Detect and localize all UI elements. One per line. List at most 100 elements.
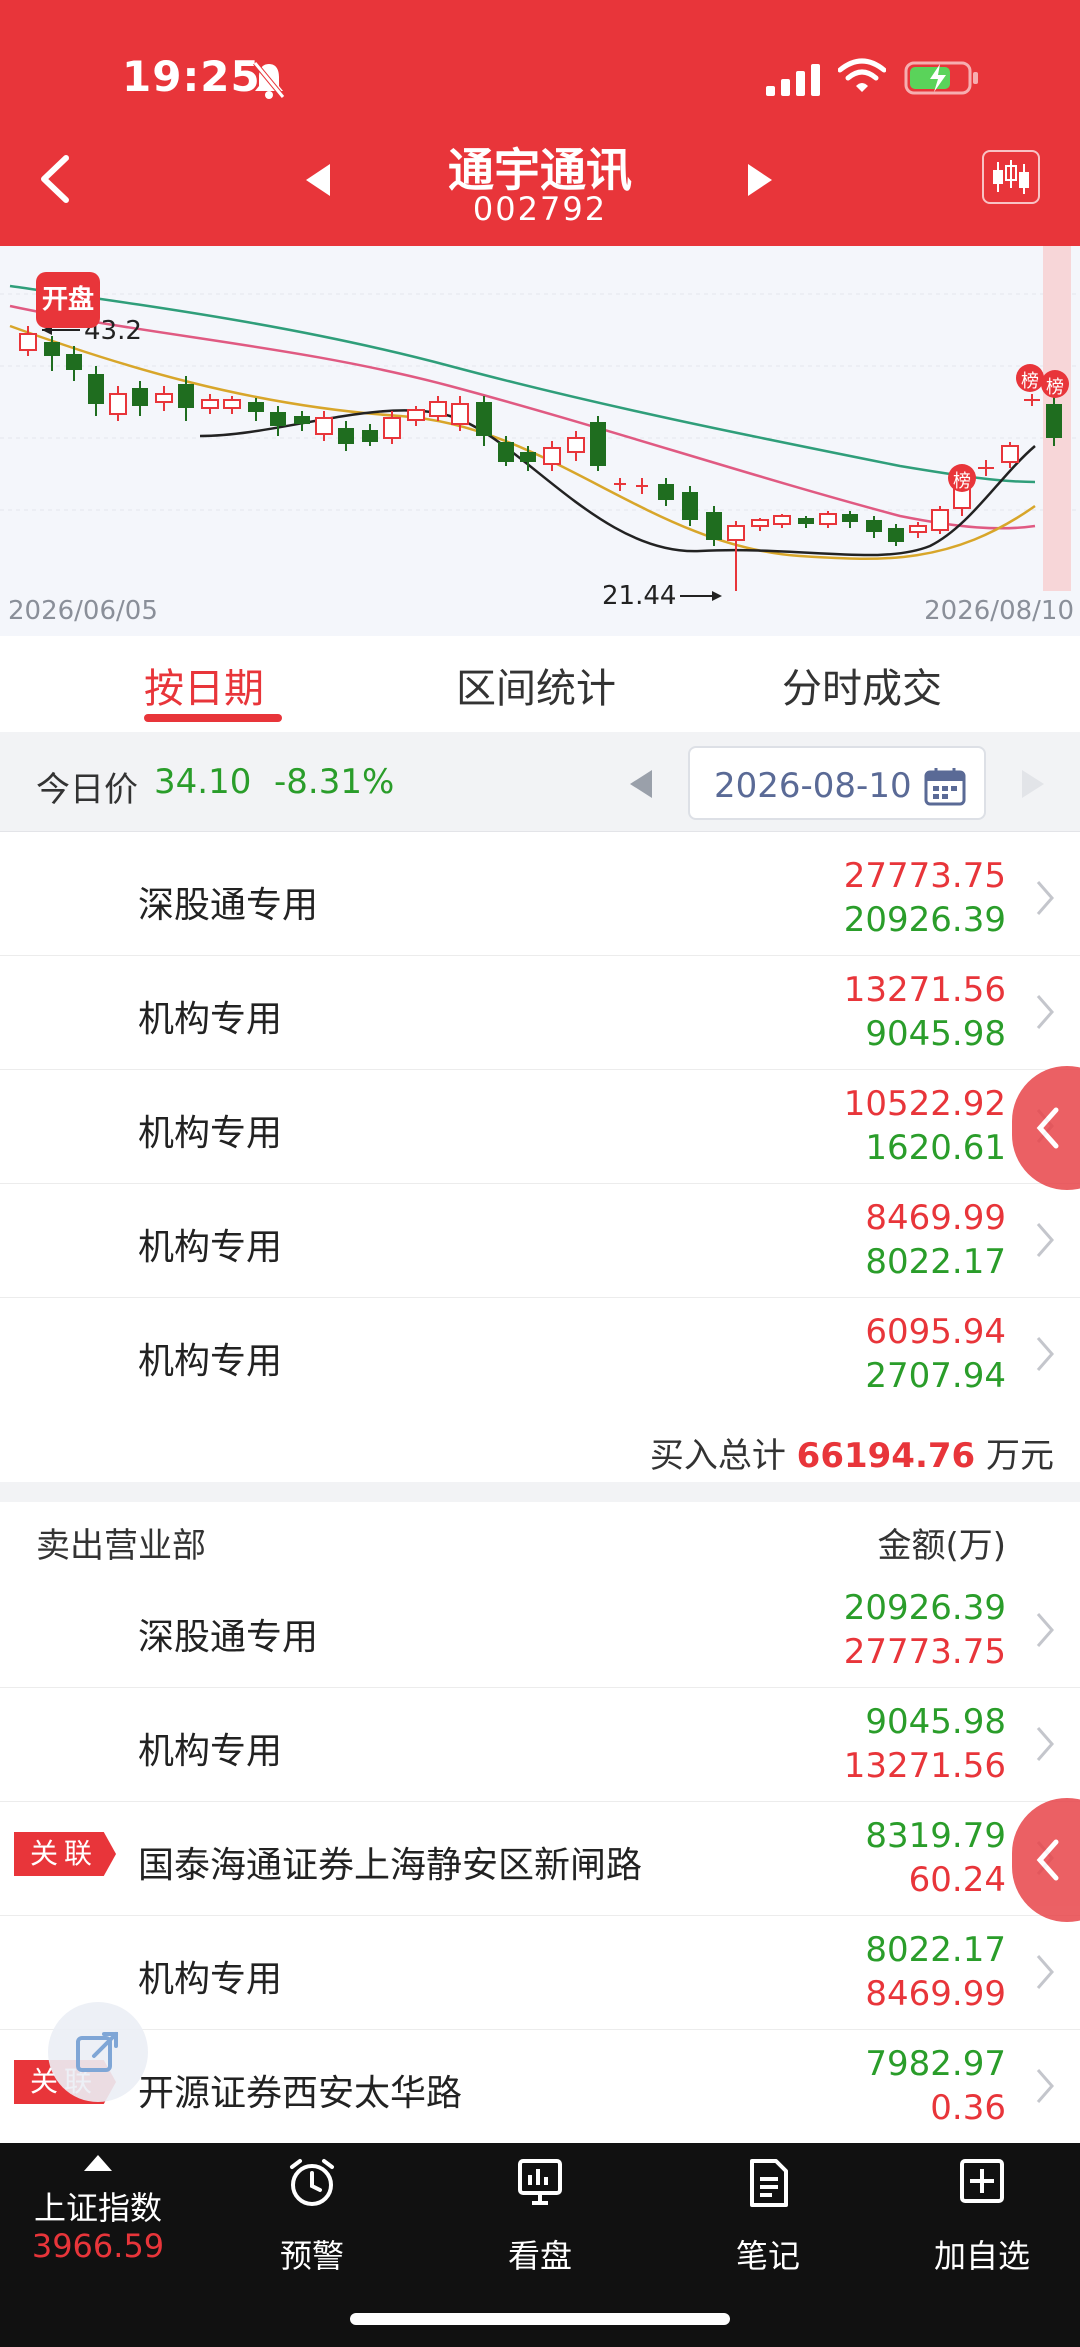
open-badge[interactable]: 开盘: [36, 272, 100, 328]
list-item[interactable]: 机构专用 8022.17 8469.99: [0, 1916, 1080, 2030]
chevron-right-icon: [1036, 995, 1054, 1029]
chevron-right-icon: [1036, 2069, 1054, 2103]
buy-amount: 8469.99: [865, 1198, 1006, 1238]
buy-total-value: 66194.76: [796, 1436, 976, 1476]
broker-name: 机构专用: [138, 1113, 283, 1154]
today-change-pct: -8.31%: [274, 762, 395, 802]
monitor-chart-icon: [518, 2159, 562, 2205]
date-picker[interactable]: 2026-08-10: [688, 746, 986, 820]
candlestick-icon: [993, 160, 1029, 194]
share-icon: [76, 2032, 118, 2072]
chevron-right-icon: [1036, 1955, 1054, 1989]
list-item[interactable]: 深股通专用 20926.39 27773.75: [0, 1574, 1080, 1688]
nav-index[interactable]: 上证指数 3966.59: [0, 2143, 216, 2303]
rank-marker[interactable]: 榜: [1016, 364, 1044, 392]
broker-name: 机构专用: [138, 1731, 283, 1772]
price-bar: 今日价 34.10 -8.31% 2026-08-10: [0, 732, 1080, 832]
tab-intraday-trades[interactable]: 分时成交: [782, 656, 942, 714]
buy-total-unit: 万元: [986, 1436, 1054, 1476]
back-button[interactable]: [34, 152, 78, 206]
broker-name: 国泰海通证券上海静安区新闸路: [138, 1845, 643, 1886]
wifi-icon: [838, 58, 886, 92]
rank-marker[interactable]: 榜: [948, 464, 976, 492]
svg-text:榜: 榜: [1021, 371, 1039, 392]
broker-name: 深股通专用: [138, 885, 319, 926]
svg-text:榜: 榜: [1046, 377, 1064, 398]
calendar-icon: [924, 768, 966, 806]
list-item[interactable]: 机构专用 13271.56 9045.98: [0, 956, 1080, 1070]
related-tag[interactable]: 关联: [14, 1832, 117, 1876]
sell-amount: 20926.39: [843, 900, 1006, 940]
section-divider: [0, 1482, 1080, 1502]
buy-amount: 27773.75: [843, 1632, 1006, 1672]
caret-up-icon: [84, 2155, 112, 2171]
tab-by-date[interactable]: 按日期: [144, 656, 264, 714]
previous-stock-button[interactable]: [300, 160, 336, 200]
bell-muted-icon: [253, 61, 285, 99]
rank-marker[interactable]: 榜: [1041, 370, 1069, 398]
share-button[interactable]: [48, 2002, 148, 2102]
sell-amount: 8319.79: [865, 1816, 1006, 1856]
notes-icon: [750, 2159, 788, 2207]
list-item[interactable]: 机构专用 8469.99 8022.17: [0, 1184, 1080, 1298]
bottom-nav: 上证指数 3966.59 预警 看盘 笔记 加自选: [0, 2143, 1080, 2347]
broker-name: 深股通专用: [138, 1617, 319, 1658]
list-item[interactable]: 机构专用 9045.98 13271.56: [0, 1688, 1080, 1802]
buy-total: 买入总计 66194.76 万元: [0, 1410, 1080, 1482]
nav-alert[interactable]: 预警: [204, 2143, 420, 2303]
tab-range-stats[interactable]: 区间统计: [456, 656, 616, 714]
low-arrow: [712, 591, 722, 601]
chart-start-date: 2026/06/05: [8, 596, 158, 626]
nav-add-watchlist[interactable]: 加自选: [874, 2143, 1080, 2303]
kline-chart-button[interactable]: [982, 150, 1040, 204]
buy-amount: 13271.56: [843, 970, 1006, 1010]
list-item[interactable]: 关联 国泰海通证券上海静安区新闸路 8319.79 60.24: [0, 1802, 1080, 1916]
sell-amount: 9045.98: [865, 1014, 1006, 1054]
home-indicator[interactable]: [350, 2313, 730, 2325]
status-time: 19:25: [122, 52, 261, 101]
broker-name: 机构专用: [138, 1959, 283, 2000]
buy-amount: 0.36: [930, 2088, 1006, 2128]
broker-name: 机构专用: [138, 1341, 283, 1382]
selected-date: 2026-08-10: [714, 766, 912, 806]
buy-amount: 13271.56: [843, 1746, 1006, 1786]
low-price-label: 21.44: [602, 581, 676, 611]
chevron-right-icon: [1036, 881, 1054, 915]
app-header: 19:25 通宇通讯 002792: [0, 0, 1080, 246]
list-item[interactable]: 深股通专用 27773.75 20926.39: [0, 842, 1080, 956]
sell-list: 深股通专用 20926.39 27773.75 机构专用 9045.98 132…: [0, 1574, 1080, 2144]
today-price-value: 34.10: [154, 762, 252, 802]
kline-chart[interactable]: 榜 榜 榜 43.2 21.44 开盘 2026/06/05 2026/08/1…: [0, 246, 1080, 636]
chevron-right-icon: [1036, 1613, 1054, 1647]
broker-name: 机构专用: [138, 1227, 283, 1268]
date-prev-button[interactable]: [626, 764, 656, 804]
chevron-right-icon: [1036, 1337, 1054, 1371]
index-value: 3966.59: [31, 2227, 165, 2265]
buy-total-label: 买入总计: [649, 1436, 786, 1476]
kline-chart-svg: 榜 榜 榜 43.2 21.44: [0, 246, 1080, 611]
signal-icon: [766, 64, 820, 96]
amount-column-label: 金额(万): [877, 1526, 1006, 1566]
list-item[interactable]: 机构专用 6095.94 2707.94: [0, 1298, 1080, 1412]
date-next-button[interactable]: [1018, 764, 1048, 804]
list-item[interactable]: 关联 开源证券西安太华路 7982.97 0.36: [0, 2030, 1080, 2144]
nav-notes[interactable]: 笔记: [660, 2143, 876, 2303]
active-tab-indicator: [144, 714, 282, 722]
list-item[interactable]: 机构专用 10522.92 1620.61: [0, 1070, 1080, 1184]
buy-amount: 27773.75: [843, 856, 1006, 896]
buy-amount: 60.24: [908, 1860, 1006, 1900]
buy-amount: 6095.94: [865, 1312, 1006, 1352]
chevron-right-icon: [1036, 1727, 1054, 1761]
nav-watch[interactable]: 看盘: [432, 2143, 648, 2303]
nav-label: 看盘: [507, 2237, 572, 2275]
broker-name: 机构专用: [138, 999, 283, 1040]
sell-amount: 8022.17: [865, 1930, 1006, 1970]
sell-amount: 7982.97: [865, 2044, 1006, 2084]
nav-label: 预警: [279, 2237, 344, 2275]
broker-name: 开源证券西安太华路: [138, 2073, 463, 2114]
battery-charging-icon: [904, 61, 978, 95]
svg-text:榜: 榜: [953, 471, 971, 492]
sell-amount: 8022.17: [865, 1242, 1006, 1282]
next-stock-button[interactable]: [742, 160, 778, 200]
sell-amount: 9045.98: [865, 1702, 1006, 1742]
